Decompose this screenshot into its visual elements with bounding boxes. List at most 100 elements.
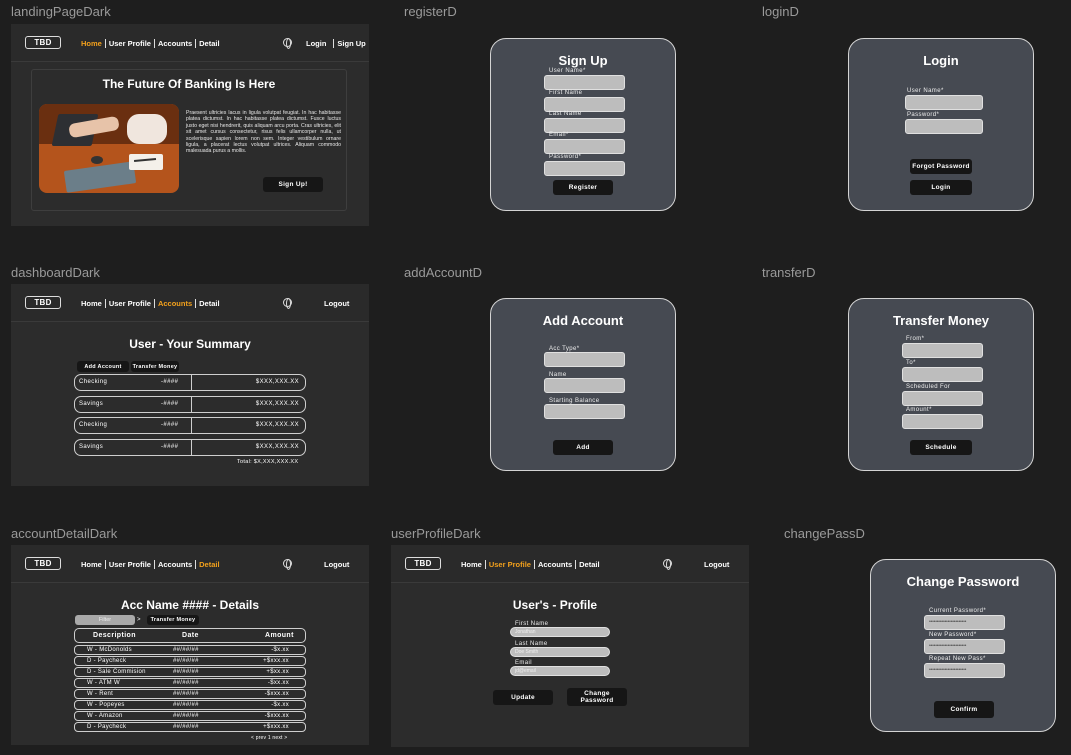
account-row[interactable]: Checking -#### $XXX,XXX.XX <box>74 374 306 391</box>
transaction-row[interactable]: D - Paycheck ##/##/## +$xxx.xx <box>74 656 306 666</box>
register-email-label: Email* <box>549 132 569 138</box>
current-password-label: Current Password* <box>929 608 987 614</box>
register-username-input[interactable] <box>544 75 625 90</box>
nav-accounts[interactable]: Accounts <box>533 559 575 569</box>
logo[interactable]: TBD <box>25 296 61 309</box>
repeat-password-input[interactable]: •••••••••••••••••••••••• <box>924 663 1005 678</box>
account-number: -#### <box>161 379 179 385</box>
tx-date: ##/##/## <box>173 680 199 686</box>
globe-icon[interactable] <box>663 559 672 570</box>
nav-home[interactable]: Home <box>78 39 105 48</box>
filter-dropdown[interactable]: Filter <box>75 615 135 625</box>
login-username-label: User Name* <box>907 88 944 94</box>
tx-amount: -$x.xx <box>271 702 289 708</box>
transaction-row[interactable]: W - Rent ##/##/## -$xxx.xx <box>74 689 306 699</box>
nav-accounts[interactable]: Accounts <box>153 38 195 48</box>
login-button[interactable]: Login <box>910 180 972 195</box>
hero-panel: The Future Of Banking Is Here Praesent u… <box>31 69 347 211</box>
nav-detail[interactable]: Detail <box>195 38 222 48</box>
nav-logout[interactable]: Logout <box>701 560 732 569</box>
current-password-input[interactable]: •••••••••••••••••••••••• <box>924 615 1005 630</box>
transaction-row[interactable]: W - ATM W ##/##/## -$xx.xx <box>74 678 306 688</box>
nav-home[interactable]: Home <box>78 560 105 569</box>
register-button[interactable]: Register <box>553 180 613 195</box>
register-first-input[interactable] <box>544 97 625 112</box>
profile-last-input[interactable]: Doe Smith <box>510 647 610 657</box>
logo[interactable]: TBD <box>25 557 61 570</box>
acc-name-input[interactable] <box>544 378 625 393</box>
logo[interactable]: TBD <box>405 557 441 570</box>
account-row[interactable]: Savings -#### $XXX,XXX.XX <box>74 395 306 413</box>
acc-type-input[interactable] <box>544 352 625 367</box>
nav-logout[interactable]: Logout <box>321 560 352 569</box>
starting-balance-input[interactable] <box>544 404 625 419</box>
transaction-row[interactable]: D - Sale Commision ##/##/## +$xx.xx <box>74 667 306 677</box>
transaction-row[interactable]: W - Popeyes ##/##/## -$x.xx <box>74 700 306 710</box>
detail-transfer-button[interactable]: Transfer Money <box>147 615 199 625</box>
logo[interactable]: TBD <box>25 36 61 49</box>
nav-home[interactable]: Home <box>458 560 485 569</box>
transaction-row[interactable]: D - Paycheck ##/##/## +$xxx.xx <box>74 722 306 732</box>
pagination[interactable]: < prev 1 next > <box>251 735 287 741</box>
dashboard-frame: TBD Home User Profile Accounts Detail Lo… <box>11 284 369 486</box>
nav-accounts[interactable]: Accounts <box>153 559 195 569</box>
transfer-from-input[interactable] <box>902 343 983 358</box>
transaction-row[interactable]: W - McDonolds ##/##/## -$x.xx <box>74 645 306 655</box>
register-last-label: Last Name <box>549 111 582 117</box>
tx-date: ##/##/## <box>173 647 199 653</box>
update-button[interactable]: Update <box>493 690 553 705</box>
globe-icon[interactable] <box>283 559 292 570</box>
schedule-button[interactable]: Schedule <box>910 440 972 455</box>
register-password-input[interactable] <box>544 161 625 176</box>
tx-description: D - Paycheck <box>87 724 127 730</box>
hero-image <box>39 104 179 193</box>
scheduled-for-input[interactable] <box>902 391 983 406</box>
transfer-money-button[interactable]: Transfer Money <box>131 361 179 372</box>
account-row[interactable]: Savings -#### $XXX,XXX.XX <box>74 438 306 456</box>
login-password-input[interactable] <box>905 119 983 134</box>
register-last-input[interactable] <box>544 118 625 133</box>
tx-amount: -$xxx.xx <box>264 691 289 697</box>
nav-signup[interactable]: Sign Up <box>333 38 368 48</box>
globe-icon[interactable] <box>283 298 292 309</box>
transfer-amount-label: Amount* <box>906 407 932 413</box>
account-row[interactable]: Checking -#### $XXX,XXX.XX <box>74 417 306 434</box>
register-email-input[interactable] <box>544 139 625 154</box>
nav-accounts[interactable]: Accounts <box>153 298 195 308</box>
profile-first-input[interactable]: Jonathan <box>510 627 610 637</box>
nav-detail[interactable]: Detail <box>195 559 222 569</box>
nav-user-profile[interactable]: User Profile <box>484 559 534 569</box>
transfer-amount-input[interactable] <box>902 414 983 429</box>
tx-amount: -$x.xx <box>271 647 289 653</box>
add-account-button[interactable]: Add Account <box>77 361 129 372</box>
nav-home[interactable]: Home <box>78 299 105 308</box>
signup-cta-button[interactable]: Sign Up! <box>263 177 323 192</box>
transfer-to-input[interactable] <box>902 367 983 382</box>
new-password-input[interactable]: •••••••••••••••••••••••• <box>924 639 1005 654</box>
confirm-button[interactable]: Confirm <box>934 701 994 718</box>
change-password-button[interactable]: Change Password <box>567 688 627 706</box>
nav-user-profile[interactable]: User Profile <box>104 559 154 569</box>
account-balance: $XXX,XXX.XX <box>255 422 299 428</box>
tx-header-date: Date <box>182 632 199 639</box>
add-button[interactable]: Add <box>553 440 613 455</box>
tx-description: W - ATM W <box>87 680 120 686</box>
globe-icon[interactable] <box>283 38 292 49</box>
profile-email-input[interactable]: jd@email <box>510 666 610 676</box>
nav-detail[interactable]: Detail <box>195 298 222 308</box>
nav-detail[interactable]: Detail <box>575 559 602 569</box>
nav-login[interactable]: Login <box>303 39 329 48</box>
nav-logout[interactable]: Logout <box>321 299 352 308</box>
nav-user-profile[interactable]: User Profile <box>104 298 154 308</box>
nav-user-profile[interactable]: User Profile <box>104 38 154 48</box>
forgot-password-button[interactable]: Forgot Password <box>910 159 972 174</box>
tx-amount: +$xxx.xx <box>263 658 289 664</box>
register-title: Sign Up <box>558 53 608 68</box>
tx-description: W - Rent <box>87 691 114 697</box>
account-number: -#### <box>161 400 179 407</box>
login-username-input[interactable] <box>905 95 983 110</box>
transaction-row[interactable]: W - Amazon ##/##/## -$xxx.xx <box>74 711 306 721</box>
account-name: Checking <box>79 379 108 385</box>
frame-label-login: loginD <box>762 4 799 19</box>
tx-description: W - Popeyes <box>87 702 125 708</box>
